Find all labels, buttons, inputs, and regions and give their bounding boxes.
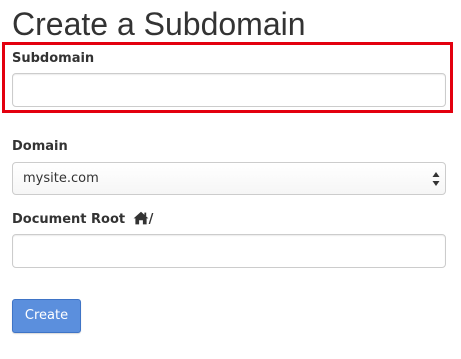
page-title: Create a Subdomain — [12, 6, 306, 42]
subdomain-label: Subdomain — [12, 51, 95, 66]
document-root-label-row: Document Root / — [12, 211, 153, 229]
subdomain-input[interactable] — [12, 73, 446, 107]
document-root-input[interactable] — [12, 234, 446, 268]
domain-select-value: mysite.com — [23, 171, 99, 186]
document-root-label-suffix: / — [148, 212, 154, 227]
document-root-label: Document Root — [12, 212, 126, 227]
create-button[interactable]: Create — [12, 299, 81, 333]
home-icon — [133, 211, 149, 225]
select-updown-arrows-icon — [432, 172, 440, 186]
domain-select[interactable]: mysite.com — [12, 162, 446, 195]
domain-label: Domain — [12, 139, 68, 154]
